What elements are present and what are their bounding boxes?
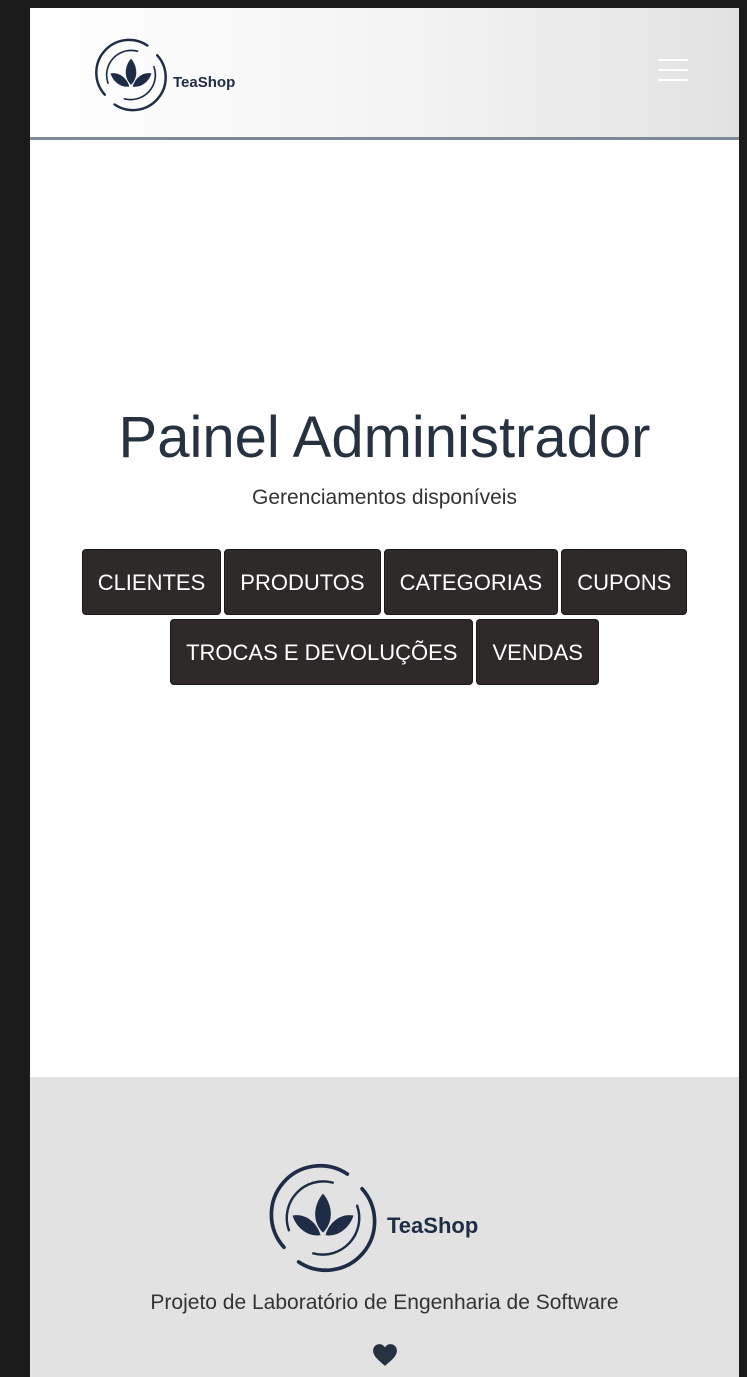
- management-button-group: CLIENTES PRODUTOS CATEGORIAS CUPONS TROC…: [30, 549, 739, 685]
- clientes-button[interactable]: CLIENTES: [81, 549, 222, 615]
- footer-brand: TeaShop: [262, 1157, 478, 1279]
- hamburger-icon-bar-top: [658, 59, 688, 61]
- heart-icon: [373, 1344, 397, 1366]
- footer-brand-name: TeaShop: [387, 1213, 479, 1238]
- categorias-button[interactable]: CATEGORIAS: [383, 549, 559, 615]
- navbar: TeaShop: [30, 8, 739, 140]
- footer-project-text: Projeto de Laboratório de Engenharia de …: [150, 1291, 619, 1314]
- brand-name: TeaShop: [173, 73, 236, 91]
- cupons-button[interactable]: CUPONS: [561, 549, 688, 615]
- footer: TeaShop Projeto de Laboratório de Engenh…: [30, 1077, 739, 1377]
- trocas-devolucoes-button[interactable]: TROCAS E DEVOLUÇÕES: [170, 619, 474, 685]
- produtos-button[interactable]: PRODUTOS: [224, 549, 381, 615]
- page-title: Painel Administrador: [118, 405, 651, 470]
- teashop-logo-icon: [95, 38, 167, 112]
- teashop-logo-icon: [269, 1163, 377, 1273]
- brand-link[interactable]: TeaShop: [90, 34, 235, 116]
- page-subtitle: Gerenciamentos disponíveis: [252, 486, 517, 509]
- hamburger-icon-bar-middle: [658, 69, 688, 71]
- vendas-button[interactable]: VENDAS: [476, 619, 599, 685]
- page: TeaShop Painel Administrador Gerenciamen…: [30, 8, 739, 1377]
- admin-panel-header: Painel Administrador Gerenciamentos disp…: [30, 403, 739, 511]
- hamburger-menu-button[interactable]: [642, 46, 704, 94]
- hamburger-icon-bar-bottom: [658, 79, 688, 81]
